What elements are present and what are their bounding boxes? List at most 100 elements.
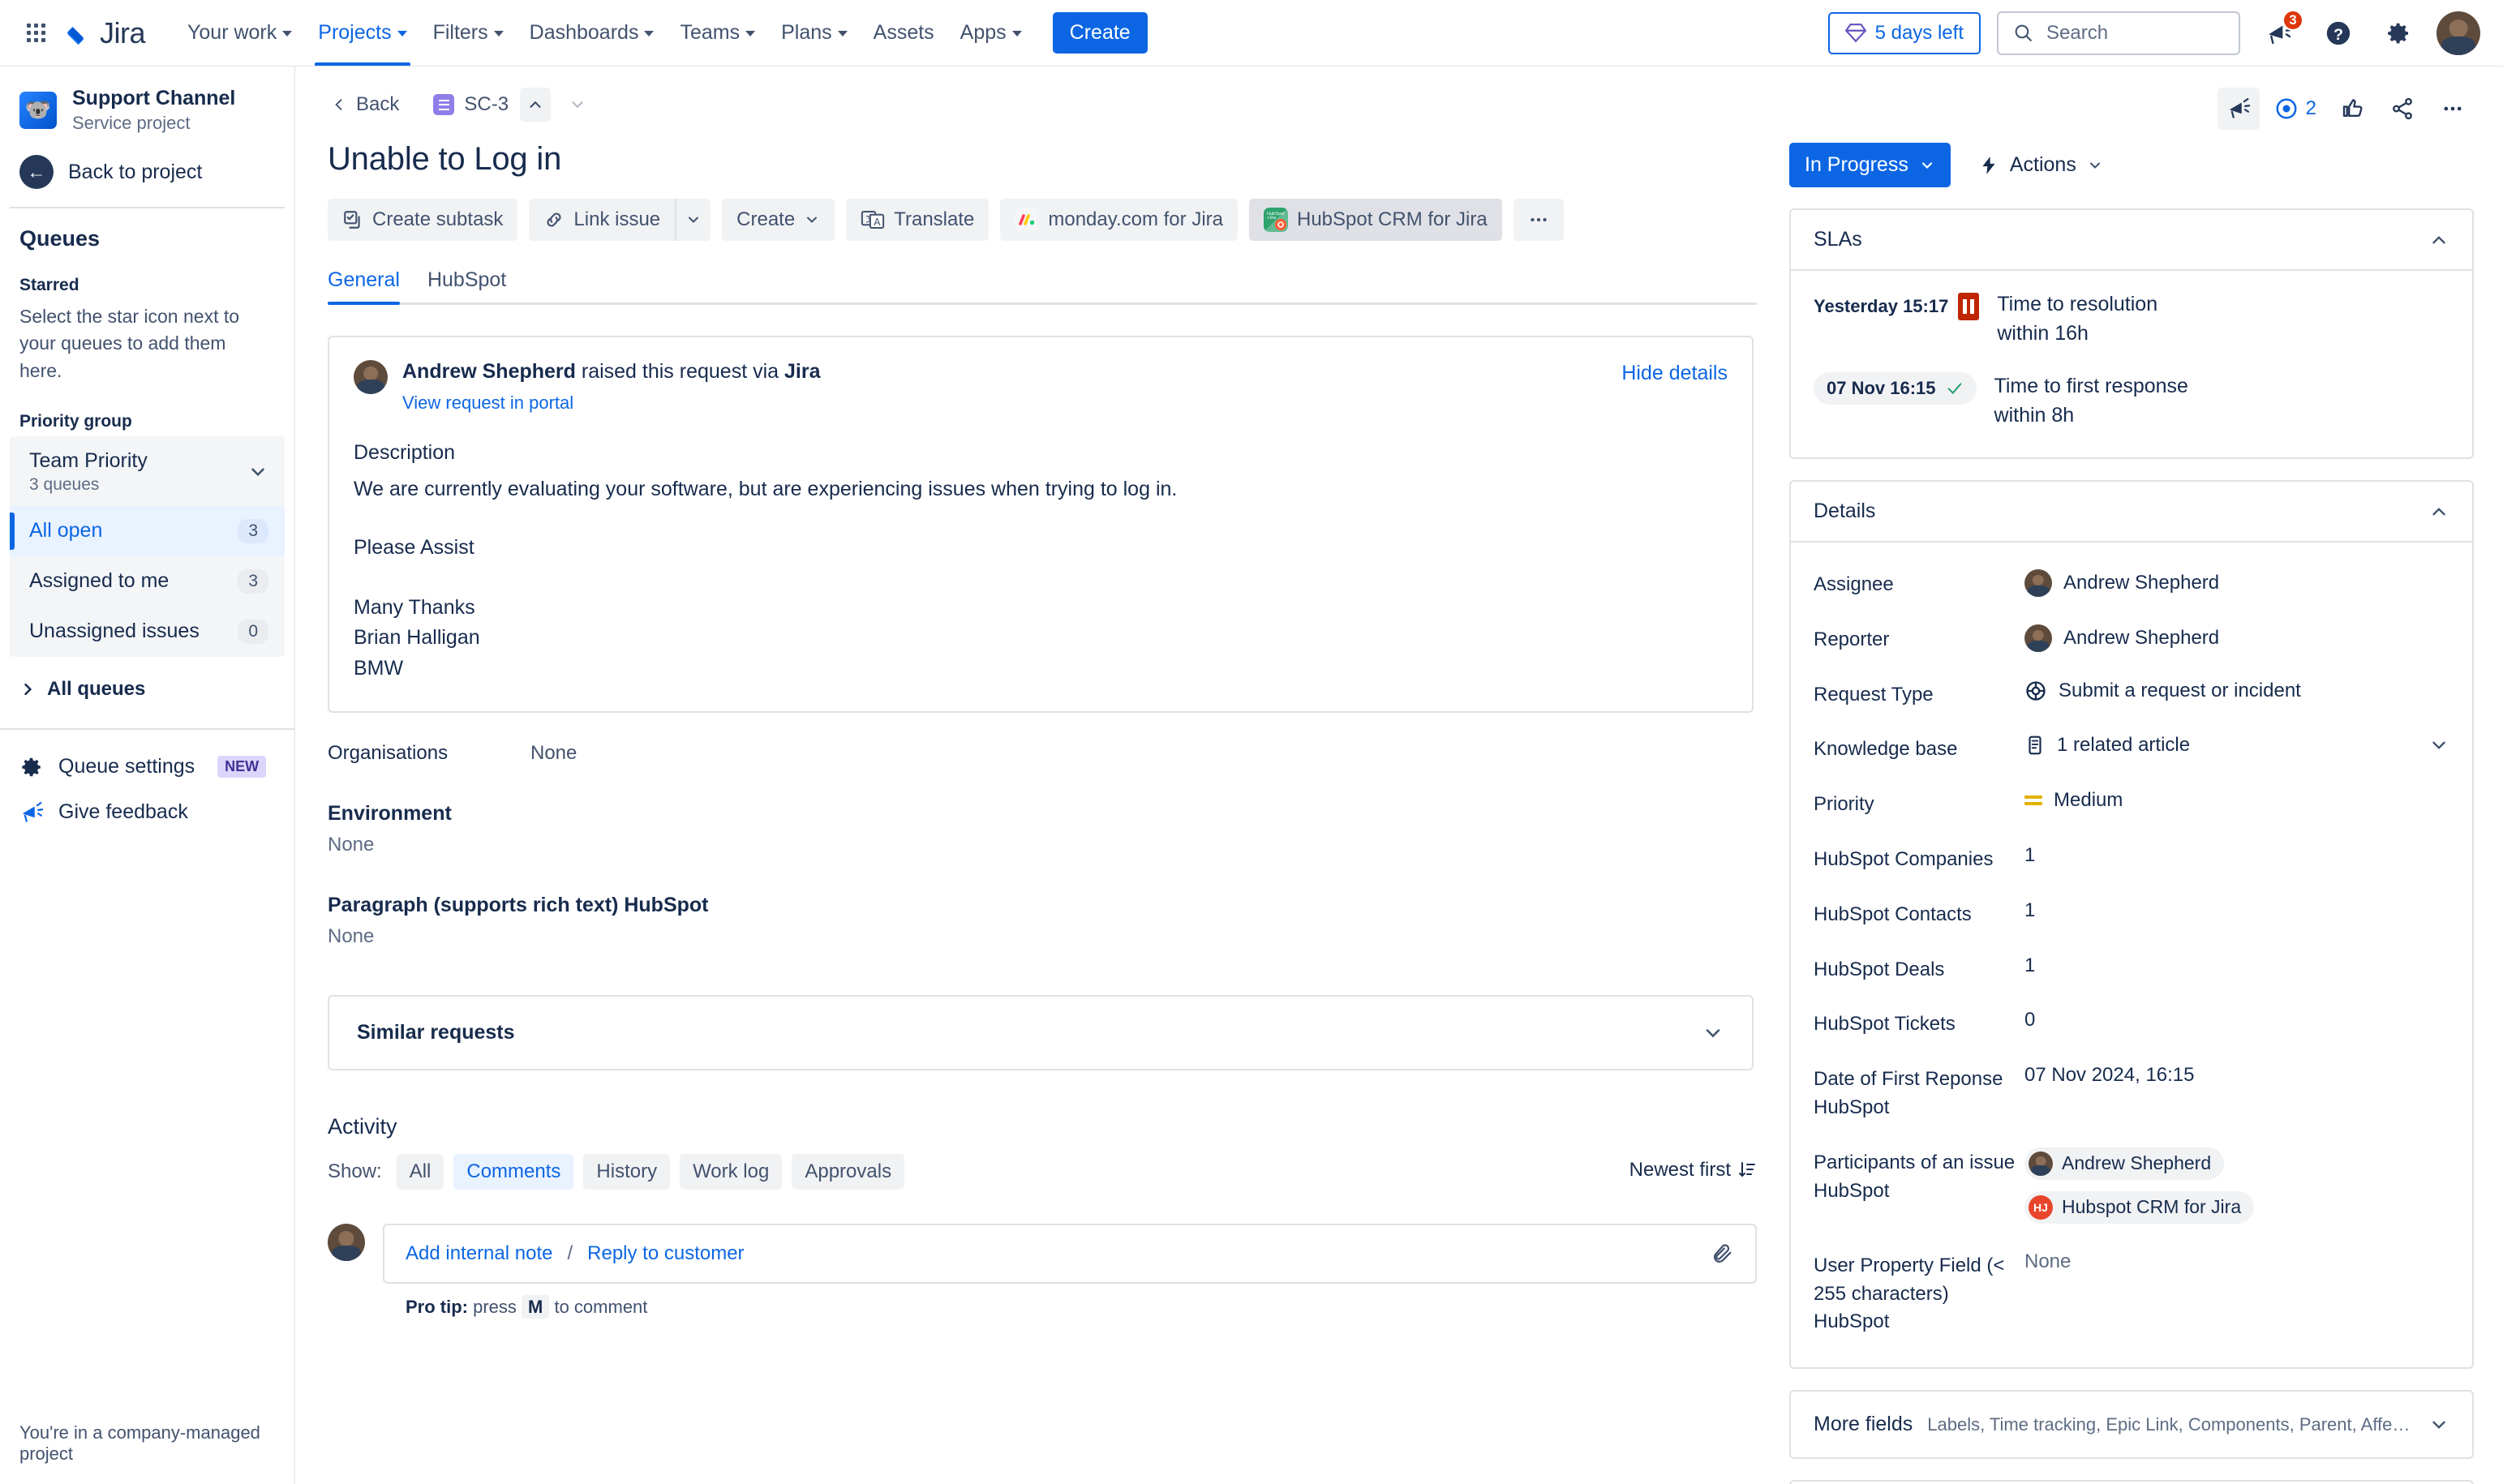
participant-chip-user[interactable]: Andrew Shepherd xyxy=(2024,1147,2225,1180)
add-internal-note-link[interactable]: Add internal note xyxy=(406,1242,552,1265)
sidebar-queue-all-open[interactable]: All open 3 xyxy=(10,505,285,556)
nav-item-plans[interactable]: Plans xyxy=(768,0,861,66)
user-avatar[interactable] xyxy=(2436,11,2480,55)
more-actions-button[interactable] xyxy=(1513,199,1564,241)
breadcrumb: Back SC-3 xyxy=(324,88,1757,122)
feedback-megaphone-icon[interactable] xyxy=(2217,88,2260,130)
activity-filter-history[interactable]: History xyxy=(583,1154,671,1190)
tab-hubspot[interactable]: HubSpot xyxy=(427,268,506,302)
create-dropdown-button[interactable]: Create xyxy=(722,199,835,241)
environment-value[interactable]: None xyxy=(328,834,1757,856)
nav-item-teams[interactable]: Teams xyxy=(667,0,768,66)
megaphone-icon xyxy=(19,800,44,825)
back-to-project-link[interactable]: ← Back to project xyxy=(0,142,294,204)
activity-filter-all[interactable]: All xyxy=(396,1154,444,1190)
priority-group-header[interactable]: Team Priority 3 queues xyxy=(10,436,285,506)
nav-item-apps[interactable]: Apps xyxy=(947,0,1035,66)
nav-links: Your work Projects Filters Dashboards Te… xyxy=(174,0,1148,66)
hide-details-link[interactable]: Hide details xyxy=(1621,362,1728,385)
paragraph-field-value[interactable]: None xyxy=(328,925,1757,948)
sidebar-bottom-links: Queue settings NEW Give feedback xyxy=(0,727,294,835)
issue-key-link[interactable]: SC-3 xyxy=(433,93,509,116)
translate-app-button[interactable]: 文A Translate xyxy=(846,199,990,241)
pro-tip-mid: press xyxy=(468,1297,522,1318)
previous-issue-button[interactable] xyxy=(520,88,552,122)
share-icon[interactable] xyxy=(2381,88,2424,130)
priority-group-count: 3 queues xyxy=(29,474,100,494)
field-value[interactable]: Medium xyxy=(2024,787,2449,812)
comment-input-box[interactable]: Add internal note / Reply to customer xyxy=(383,1224,1757,1285)
link-issue-dropdown-button[interactable] xyxy=(675,199,711,241)
chevron-down-icon xyxy=(745,31,756,36)
field-value[interactable]: Andrew Shepherd HJ Hubspot CRM for Jira xyxy=(2024,1145,2449,1224)
field-value[interactable]: 07 Nov 2024, 16:15 xyxy=(2024,1062,2449,1087)
attachment-icon[interactable] xyxy=(1711,1242,1734,1265)
monday-app-button[interactable]: monday.com for Jira xyxy=(1000,199,1238,241)
sort-descending-icon xyxy=(1737,1160,1757,1180)
create-button[interactable]: Create xyxy=(1052,12,1148,54)
link-issue-button[interactable]: Link issue xyxy=(529,199,675,241)
next-issue-button[interactable] xyxy=(562,88,593,122)
activity-filter-work-log[interactable]: Work log xyxy=(680,1154,783,1190)
reply-to-customer-link[interactable]: Reply to customer xyxy=(587,1242,744,1265)
nav-item-projects[interactable]: Projects xyxy=(305,0,419,66)
view-request-in-portal-link[interactable]: View request in portal xyxy=(402,392,573,414)
app-switcher-icon[interactable] xyxy=(18,15,54,51)
nav-item-dashboards[interactable]: Dashboards xyxy=(517,0,668,66)
queue-count: 3 xyxy=(238,568,268,594)
tab-general[interactable]: General xyxy=(328,268,400,305)
organisations-value[interactable]: None xyxy=(530,742,577,765)
similar-requests-panel[interactable]: Similar requests xyxy=(328,995,1754,1071)
help-icon[interactable]: ? xyxy=(2316,11,2360,55)
field-value[interactable]: Andrew Shepherd xyxy=(2024,567,2449,597)
field-value[interactable]: None xyxy=(2024,1248,2449,1273)
hubspot-label: HubSpot CRM for Jira xyxy=(1296,208,1488,230)
search-placeholder-text: Search xyxy=(2046,21,2109,44)
details-panel-header[interactable]: Details xyxy=(1791,482,2472,543)
field-value[interactable]: 1 xyxy=(2024,842,2449,867)
more-fields-header[interactable]: More fields Labels, Time tracking, Epic … xyxy=(1791,1392,2472,1457)
paragraph-field-label: Paragraph (supports rich text) HubSpot xyxy=(328,894,709,917)
field-value[interactable]: 1 xyxy=(2024,952,2449,977)
project-header[interactable]: 🐨 Support Channel Service project xyxy=(0,66,294,142)
all-queues-toggle[interactable]: All queues xyxy=(0,657,294,722)
status-dropdown-button[interactable]: In Progress xyxy=(1789,143,1951,187)
organisations-field: Organisations None xyxy=(328,742,1754,765)
more-options-icon[interactable] xyxy=(2432,88,2474,130)
give-feedback-link[interactable]: Give feedback xyxy=(0,790,294,835)
nav-item-assets[interactable]: Assets xyxy=(861,0,947,66)
like-icon[interactable] xyxy=(2331,88,2373,130)
nav-item-filters[interactable]: Filters xyxy=(420,0,517,66)
field-hubspot-companies: HubSpot Companies 1 xyxy=(1814,842,2449,874)
search-input[interactable]: Search xyxy=(1997,11,2240,55)
sidebar-queue-assigned-to-me[interactable]: Assigned to me 3 xyxy=(10,556,285,607)
watchers-button[interactable]: 2 xyxy=(2268,97,2323,121)
queue-settings-link[interactable]: Queue settings NEW xyxy=(0,744,294,790)
participant-chip-app[interactable]: HJ Hubspot CRM for Jira xyxy=(2024,1190,2255,1224)
create-subtask-button[interactable]: Create subtask xyxy=(328,199,518,241)
jira-logo[interactable]: Jira xyxy=(65,18,146,48)
chevron-down-icon xyxy=(397,31,407,36)
activity-filter-approvals[interactable]: Approvals xyxy=(792,1154,905,1190)
trial-days-left-button[interactable]: 5 days left xyxy=(1827,11,1981,54)
notifications-icon[interactable]: 3 xyxy=(2256,9,2303,55)
gear-icon[interactable] xyxy=(2376,11,2420,55)
actions-dropdown-button[interactable]: Actions xyxy=(1972,145,2110,185)
sort-order-button[interactable]: Newest first xyxy=(1629,1159,1757,1182)
field-value[interactable]: 1 related article xyxy=(2024,731,2449,757)
back-button[interactable]: Back xyxy=(324,88,406,121)
slas-panel-header[interactable]: SLAs xyxy=(1791,210,2472,271)
chevron-down-icon[interactable] xyxy=(2428,735,2449,756)
issue-tabs: General HubSpot xyxy=(328,268,1757,305)
field-value[interactable]: Submit a request or incident xyxy=(2024,677,2449,702)
nav-item-your-work[interactable]: Your work xyxy=(174,0,305,66)
field-value[interactable]: 1 xyxy=(2024,897,2449,922)
field-value[interactable]: 0 xyxy=(2024,1006,2449,1032)
activity-filter-comments[interactable]: Comments xyxy=(453,1154,574,1190)
sidebar-queue-unassigned-issues[interactable]: Unassigned issues 0 xyxy=(10,607,285,657)
reporter-name: Andrew Shepherd xyxy=(2063,626,2220,649)
chevron-down-icon xyxy=(804,212,820,228)
field-value[interactable]: Andrew Shepherd xyxy=(2024,622,2449,652)
sla-time-label: 07 Nov 16:15 xyxy=(1814,372,1977,405)
hubspot-app-button[interactable]: HubSpot +Jira HubSpot CRM for Jira xyxy=(1248,199,1502,241)
